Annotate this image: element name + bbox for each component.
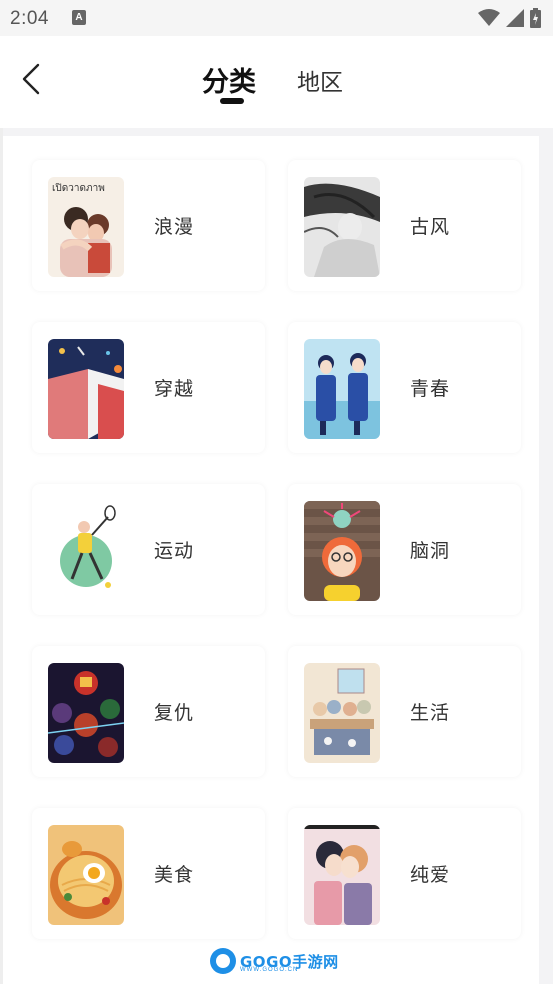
category-thumbnail [48,825,124,925]
tab-category[interactable]: 分类 [202,60,256,99]
signal-icon [506,9,524,27]
category-label: 浪漫 [154,216,195,238]
watermark-logo-icon [210,948,236,974]
watermark-logo: GOGO手游网 WWW.GOGO.CN [210,946,339,976]
category-label: 运动 [154,540,195,562]
category-card-sports[interactable]: 运动 [32,484,265,615]
category-thumbnail: เปิดวาดภาพ [48,177,124,277]
back-button[interactable] [18,62,48,96]
category-label: 生活 [410,702,451,724]
category-label: 青春 [410,378,451,400]
category-card-food[interactable]: 美食 [32,808,265,939]
category-thumbnail [304,177,380,277]
category-thumbnail [304,825,380,925]
battery-charging-icon [530,8,541,28]
thumb-caption: เปิดวาดภาพ [52,183,105,194]
category-label: 脑洞 [410,540,451,562]
category-card-youth[interactable]: 青春 [288,322,521,453]
category-card-time-travel[interactable]: 穿越 [32,322,265,453]
active-tab-indicator [220,98,244,104]
top-nav: 分类 地区 [0,36,553,128]
category-thumbnail [48,501,124,601]
category-label: 古风 [410,216,451,238]
category-card-brainhole[interactable]: 脑洞 [288,484,521,615]
category-card-romance[interactable]: เปิดวาดภาพ 浪漫 [32,160,265,291]
category-thumbnail [48,339,124,439]
a-letter-icon: A [72,10,86,25]
status-icons [478,8,541,28]
category-thumbnail [304,663,380,763]
watermark-url: WWW.GOGO.CN [240,967,299,973]
chevron-left-icon [22,63,40,95]
category-thumbnail [48,663,124,763]
category-card-revenge[interactable]: 复仇 [32,646,265,777]
category-label: 复仇 [154,702,195,724]
category-card-ancient[interactable]: 古风 [288,160,521,291]
wifi-icon [478,9,500,26]
divider [0,128,553,136]
category-label: 纯爱 [410,864,451,886]
tab-region[interactable]: 地区 [297,63,343,97]
category-card-pure-love[interactable]: 纯爱 [288,808,521,939]
status-time: 2:04 [10,8,49,29]
category-card-life[interactable]: 生活 [288,646,521,777]
category-thumbnail [304,501,380,601]
category-thumbnail [304,339,380,439]
category-grid: เปิดวาดภาพ 浪漫 古风 穿越 青春 运动 脑洞 复仇 生活 美食 纯爱 [0,136,553,984]
category-label: 穿越 [154,378,195,400]
category-label: 美食 [154,864,195,886]
status-bar: 2:04 A [0,0,553,36]
